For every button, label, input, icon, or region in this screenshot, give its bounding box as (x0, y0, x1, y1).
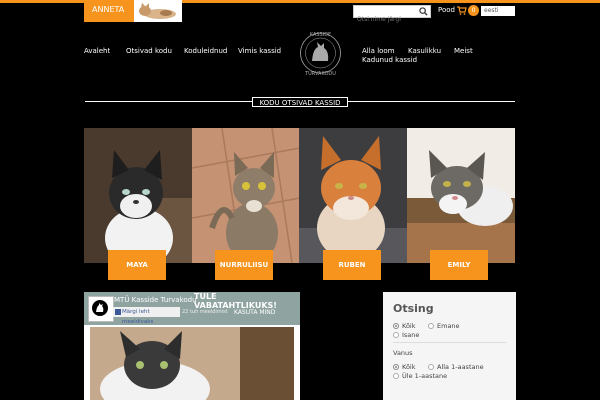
search-filter-panel: Otsing Kõik Emane Isane Vanus Kõik Alla … (383, 292, 516, 400)
donate-cat-image (136, 2, 180, 20)
filter-divider (393, 342, 506, 343)
cat-card-maya[interactable] (84, 128, 192, 263)
language-select[interactable]: eesti (481, 6, 515, 16)
facebook-like-button[interactable]: Märgi leht meeldivaks (113, 307, 180, 325)
section-title: KODU OTSIVAD KASSID (252, 97, 348, 107)
facebook-like-label: Märgi leht meeldivaks (122, 309, 154, 325)
radio-selected-icon[interactable] (393, 323, 399, 329)
nav-item-about[interactable]: Meist (454, 47, 473, 55)
radio-selected-icon[interactable] (393, 364, 399, 370)
cat-name-emily[interactable]: EMILY (430, 250, 488, 280)
facebook-post-photo[interactable] (90, 327, 294, 400)
age-label: Vanus (393, 349, 413, 357)
cat-photo-ruben (299, 128, 407, 263)
cat-photo-emily (407, 128, 515, 263)
shop-link[interactable]: Pood (438, 6, 455, 14)
facebook-icon (115, 309, 121, 315)
cart-count-badge: 0 (468, 5, 479, 16)
svg-text:KASSIDE: KASSIDE (310, 32, 331, 38)
facebook-post-cat-image (90, 327, 294, 400)
donate-button[interactable]: ANNETA (84, 0, 134, 22)
search-box[interactable] (353, 5, 431, 25)
age-option-all[interactable]: Kõik (393, 363, 416, 371)
radio-icon[interactable] (428, 323, 434, 329)
facebook-header: MTÜ Kasside Turvakodu Märgi leht meeldiv… (84, 292, 300, 325)
search-icon[interactable] (419, 7, 428, 16)
nav-item-useful[interactable]: Kasulikku (408, 47, 441, 55)
site-logo[interactable]: KASSIDE TURVAKODU (293, 27, 348, 79)
facebook-widget[interactable]: MTÜ Kasside Turvakodu Märgi leht meeldiv… (84, 292, 300, 400)
age-option-over-1[interactable]: Üle 1-aastane (393, 372, 447, 380)
cat-name-ruben[interactable]: RUBEN (323, 250, 381, 280)
nav-item-found-home[interactable]: Koduleidnud (184, 47, 227, 55)
nav-item-looking-for-home[interactable]: Otsivad kodu (126, 47, 172, 55)
cat-card-emily[interactable] (407, 128, 515, 263)
nav-item-late-cats[interactable]: Vimis kassid (238, 47, 281, 55)
nav-item-add-animal[interactable]: Alla loom (362, 47, 395, 55)
radio-icon[interactable] (428, 364, 434, 370)
radio-icon[interactable] (393, 373, 399, 379)
cat-name-nurruliisu[interactable]: NURRULIISU (215, 250, 273, 280)
facebook-cover-text: TULE VABATAHTLIKUKS! (194, 292, 277, 310)
cat-name-maya[interactable]: MAYA (108, 250, 166, 280)
radio-icon[interactable] (393, 332, 399, 338)
cat-photo-maya (84, 128, 192, 263)
svg-text:TURVAKODU: TURVAKODU (304, 71, 336, 77)
filter-title: Otsing (393, 302, 434, 315)
facebook-page-avatar[interactable] (88, 296, 114, 322)
facebook-page-name[interactable]: MTÜ Kasside Turvakodu (114, 296, 197, 304)
cat-photo-nurruliisu (192, 128, 300, 263)
facebook-cover-subtext: KASUTA MIND (234, 309, 276, 316)
gender-option-all[interactable]: Kõik (393, 322, 416, 330)
cart-icon[interactable] (457, 6, 467, 15)
nav-item-lost-cats[interactable]: Kadunud kassid (362, 56, 417, 64)
gender-option-female[interactable]: Emane (428, 322, 460, 330)
age-option-under-1[interactable]: Alla 1-aastane (428, 363, 484, 371)
donate-box[interactable]: ANNETA (84, 0, 182, 22)
search-input[interactable] (354, 14, 422, 25)
facebook-avatar-logo-icon (92, 300, 108, 316)
nav-item-home[interactable]: Avaleht (84, 47, 110, 55)
cat-card-nurruliisu[interactable] (192, 128, 300, 263)
gender-option-male[interactable]: Isane (393, 331, 419, 339)
cat-card-ruben[interactable] (299, 128, 407, 263)
